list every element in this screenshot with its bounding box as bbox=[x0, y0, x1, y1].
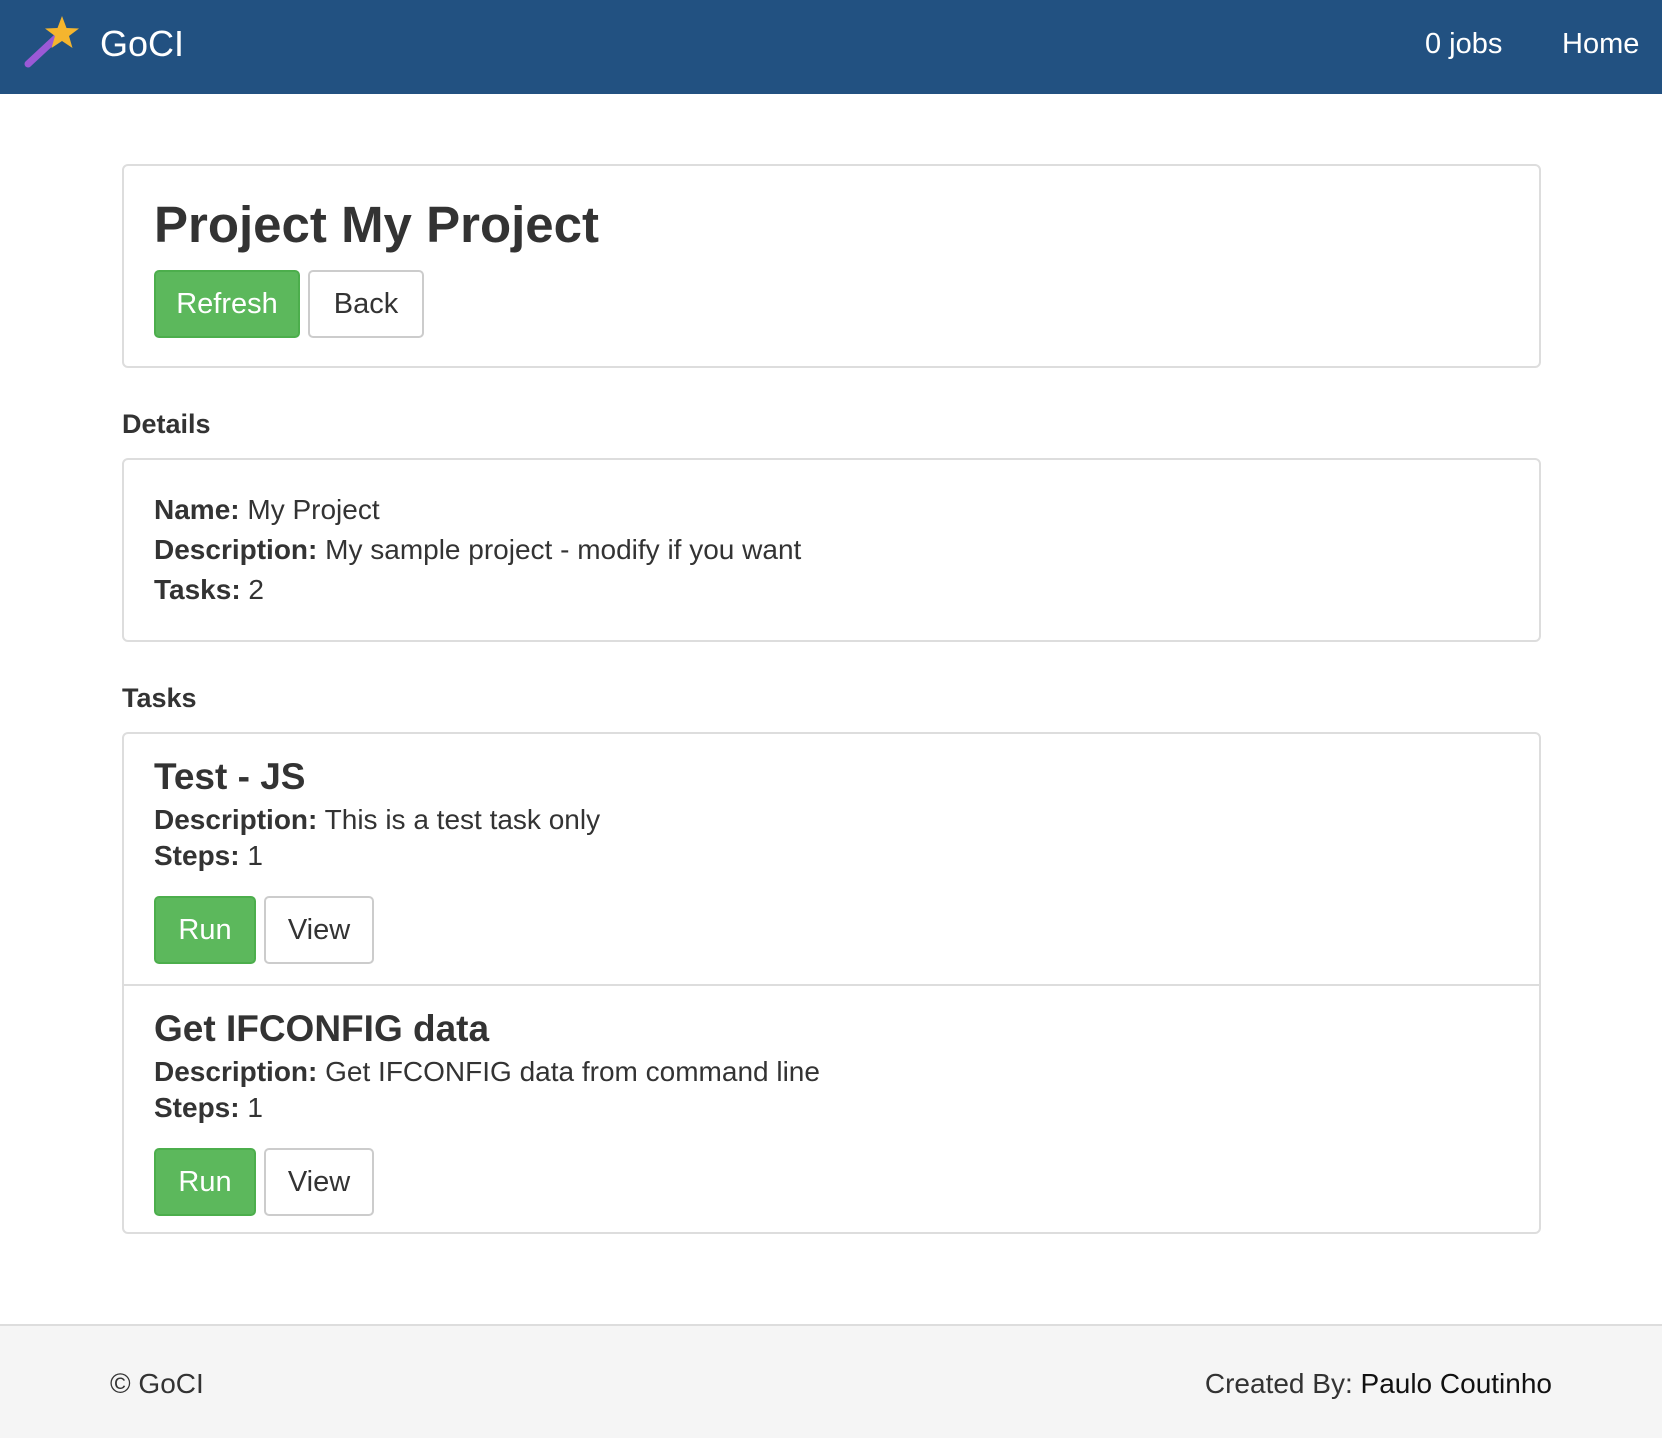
detail-name-row: Name: My Project bbox=[154, 492, 380, 528]
task-description-value: Get IFCONFIG data from command line bbox=[325, 1056, 820, 1087]
nav-home-link[interactable]: Home bbox=[1562, 26, 1639, 62]
magic-wand-star-icon[interactable] bbox=[22, 12, 82, 72]
task-steps-row: Steps: 1 bbox=[154, 1090, 263, 1126]
details-heading: Details bbox=[122, 409, 211, 439]
detail-tasks-row: Tasks: 2 bbox=[154, 572, 264, 608]
task-description-row: Description: Get IFCONFIG data from comm… bbox=[154, 1054, 820, 1090]
task-description-label: Description: bbox=[154, 1056, 318, 1087]
task-item: Get IFCONFIG data Description: Get IFCON… bbox=[124, 984, 1539, 1234]
detail-name-value: My Project bbox=[247, 494, 380, 525]
detail-name-label: Name: bbox=[154, 494, 240, 525]
task-steps-label: Steps: bbox=[154, 1092, 240, 1123]
run-task-button[interactable]: Run bbox=[154, 896, 256, 964]
detail-description-row: Description: My sample project - modify … bbox=[154, 532, 801, 568]
details-panel: Name: My Project Description: My sample … bbox=[122, 458, 1541, 642]
task-item: Test - JS Description: This is a test ta… bbox=[124, 734, 1539, 984]
detail-description-label: Description: bbox=[154, 534, 318, 565]
footer-created-by-label: Created By: bbox=[1204, 1368, 1353, 1399]
view-task-button[interactable]: View bbox=[264, 1148, 374, 1216]
tasks-heading: Tasks bbox=[122, 683, 197, 713]
detail-description-value: My sample project - modify if you want bbox=[325, 534, 802, 565]
footer-credits: Created By: Paulo Coutinho bbox=[1205, 1366, 1552, 1402]
task-description-label: Description: bbox=[154, 804, 318, 835]
nav-jobs-link[interactable]: 0 jobs bbox=[1425, 26, 1502, 62]
task-steps-value: 1 bbox=[247, 1092, 263, 1123]
footer-copyright: © GoCI bbox=[110, 1368, 204, 1399]
back-button[interactable]: Back bbox=[308, 270, 424, 338]
task-steps-row: Steps: 1 bbox=[154, 838, 263, 874]
task-steps-value: 1 bbox=[247, 840, 263, 871]
tasks-panel: Test - JS Description: This is a test ta… bbox=[122, 732, 1541, 1234]
task-title: Get IFCONFIG data bbox=[154, 1008, 490, 1049]
page-title: Project My Project bbox=[154, 196, 599, 253]
task-description-value: This is a test task only bbox=[324, 804, 601, 835]
brand-name[interactable]: GoCI bbox=[100, 22, 184, 66]
task-description-row: Description: This is a test task only bbox=[154, 802, 600, 838]
footer-author-link[interactable]: Paulo Coutinho bbox=[1361, 1368, 1552, 1399]
top-navbar: GoCI 0 jobs Home bbox=[0, 0, 1662, 94]
page-footer: © GoCI Created By: Paulo Coutinho bbox=[0, 1324, 1662, 1438]
detail-tasks-value: 2 bbox=[248, 574, 264, 605]
project-header-panel: Project My Project Refresh Back bbox=[122, 164, 1541, 368]
refresh-button[interactable]: Refresh bbox=[154, 270, 300, 338]
detail-tasks-label: Tasks: bbox=[154, 574, 241, 605]
task-title: Test - JS bbox=[154, 756, 306, 797]
task-steps-label: Steps: bbox=[154, 840, 240, 871]
view-task-button[interactable]: View bbox=[264, 896, 374, 964]
run-task-button[interactable]: Run bbox=[154, 1148, 256, 1216]
